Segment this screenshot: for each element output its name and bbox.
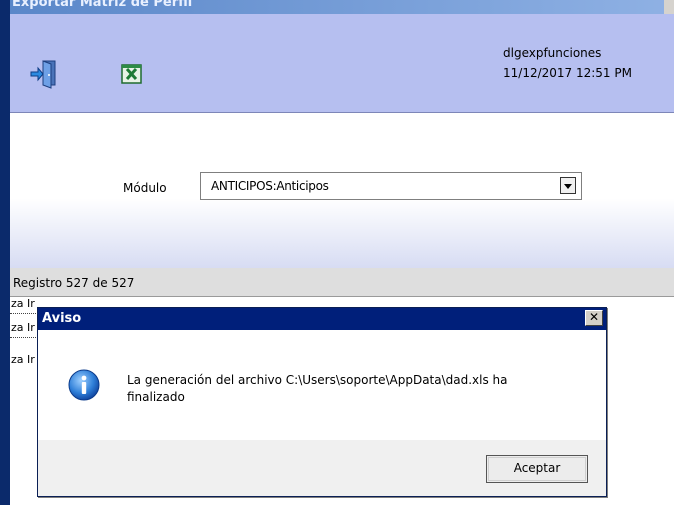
window-frame-edge bbox=[0, 0, 10, 505]
header-band: dlgexpfunciones 11/12/2017 12:51 PM bbox=[10, 14, 674, 112]
dialog-message: La generación del archivo C:\Users\sopor… bbox=[127, 372, 567, 406]
dialog-title-bar[interactable]: Aviso ✕ bbox=[38, 308, 606, 330]
close-icon: ✕ bbox=[588, 310, 600, 324]
aceptar-button[interactable]: Aceptar bbox=[486, 455, 588, 483]
aviso-dialog: Aviso ✕ La generación del archivo C:\Use… bbox=[37, 307, 607, 497]
main-close-button[interactable] bbox=[664, 0, 674, 14]
dialog-body: La generación del archivo C:\Users\sopor… bbox=[38, 330, 606, 440]
chevron-down-icon[interactable] bbox=[560, 177, 576, 194]
row-divider bbox=[10, 313, 38, 314]
information-icon bbox=[68, 369, 100, 401]
main-title-bar[interactable]: Exportar Matriz de Perfil bbox=[10, 0, 674, 14]
form-name-label: dlgexpfunciones bbox=[503, 46, 602, 60]
record-counter: Registro 527 de 527 bbox=[13, 276, 135, 290]
dialog-message-line: La generación del archivo C:\Users\sopor… bbox=[127, 373, 508, 387]
modulo-dropdown[interactable]: ANTICIPOS:Anticipos bbox=[200, 172, 582, 200]
row-divider bbox=[10, 337, 38, 338]
dialog-message-line: finalizado bbox=[127, 390, 185, 404]
dialog-close-button[interactable]: ✕ bbox=[585, 310, 603, 326]
dialog-title: Aviso bbox=[42, 311, 82, 326]
main-window-title: Exportar Matriz de Perfil bbox=[12, 0, 193, 10]
modulo-selected-value: ANTICIPOS:Anticipos bbox=[211, 179, 329, 193]
datetime-label: 11/12/2017 12:51 PM bbox=[503, 66, 632, 80]
excel-icon[interactable] bbox=[120, 62, 144, 86]
modulo-label: Módulo bbox=[123, 181, 167, 195]
exit-door-icon[interactable] bbox=[30, 59, 58, 89]
status-bar: Registro 527 de 527 bbox=[10, 268, 674, 297]
